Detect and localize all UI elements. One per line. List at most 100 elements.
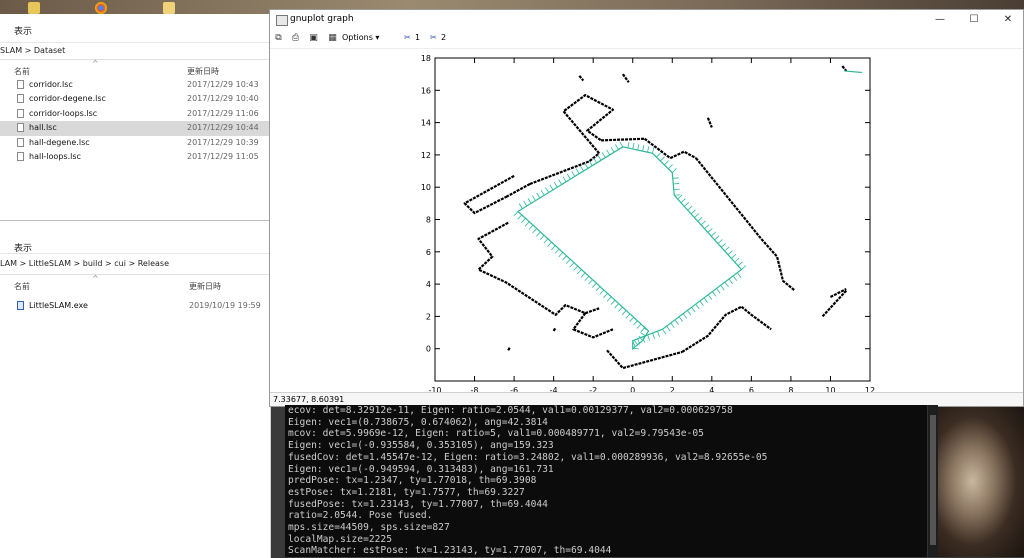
pose-arrow <box>731 254 737 259</box>
pose-arrow <box>553 181 558 188</box>
map-scan-points <box>507 346 512 351</box>
pose-arrow <box>593 157 597 164</box>
y-tick-label: 10 <box>421 183 431 192</box>
pose-arrow <box>678 316 683 322</box>
pose-arrow <box>580 272 586 278</box>
console-line: fusedPose: tx=1.23143, ty=1.77007, th=69… <box>288 498 548 510</box>
breadcrumb[interactable]: SLAM > Dataset <box>0 43 270 60</box>
ribbon: 表示 <box>0 14 270 43</box>
pose-arrow <box>672 177 679 179</box>
save-icon[interactable]: ▣ <box>307 32 320 45</box>
file-date: 2017/12/29 10:44 <box>187 123 259 133</box>
plot-2-toggle[interactable]: 2 <box>441 33 446 42</box>
y-tick-label: 0 <box>426 345 431 354</box>
column-name[interactable]: 名前 <box>14 66 30 77</box>
y-tick-label: 14 <box>421 119 431 128</box>
map-scan-points <box>695 157 796 292</box>
pose-arrow <box>597 154 602 161</box>
breadcrumb[interactable]: LAM > LittleSLAM > build > cui > Release <box>0 254 270 275</box>
pose-arrow <box>687 310 692 316</box>
file-list: corridor.lsc 2017/12/29 10:43 corridor-deg… <box>0 78 270 164</box>
column-date[interactable]: 更新日時 <box>187 66 219 77</box>
file-row[interactable]: LittleSLAM.exe 2019/10/19 19:59 <box>0 299 270 313</box>
plot-1-toggle[interactable]: 1 <box>415 33 420 42</box>
pose-arrow <box>558 252 564 258</box>
file-icon <box>17 151 24 161</box>
pose-arrow <box>674 319 679 325</box>
pose-arrow <box>728 278 733 285</box>
desktop-wallpaper <box>938 405 1024 557</box>
file-date: 2019/10/19 19:59 <box>189 301 261 310</box>
file-name: corridor.lsc <box>29 80 73 89</box>
pose-arrow <box>710 231 716 237</box>
console-line: ScanMatcher: estPose: tx=1.23143, ty=1.7… <box>288 545 612 557</box>
pose-arrow <box>721 242 727 248</box>
maximize-button[interactable]: ☐ <box>959 12 989 28</box>
pose-arrow <box>652 147 655 154</box>
file-row[interactable]: hall.lsc 2017/12/29 10:44 <box>0 121 270 136</box>
column-date[interactable]: 更新日時 <box>189 281 221 292</box>
minimize-button[interactable]: — <box>925 12 955 28</box>
file-name: hall.lsc <box>29 123 57 133</box>
console-line: ratio=2.0544. Pose fused. <box>288 510 433 522</box>
ribbon-view-tab[interactable]: 表示 <box>14 24 32 37</box>
pose-arrow <box>724 281 729 288</box>
file-row[interactable]: hall-loops.lsc 2017/12/29 11:05 <box>0 150 270 164</box>
pose-arrow <box>606 149 611 156</box>
pose-arrow <box>562 255 567 261</box>
pose-arrow <box>606 296 612 302</box>
pose-arrow <box>671 168 677 173</box>
map-scan-points <box>669 150 697 160</box>
trajectory-path <box>517 146 743 350</box>
console-window: ecov: det=8.32912e-11, Eigen: ratio=2.05… <box>285 405 938 557</box>
pose-arrow <box>674 194 681 196</box>
desktop-folder-icon[interactable] <box>28 2 40 14</box>
console-output: ecov: det=8.32912e-11, Eigen: ratio=2.05… <box>285 405 938 557</box>
pose-arrow <box>652 332 656 339</box>
pose-arrow <box>569 262 575 268</box>
title-bar[interactable]: gnuplot graph — ☐ ✕ <box>270 10 1023 30</box>
pose-arrow <box>562 176 567 183</box>
column-name[interactable]: 名前 <box>14 281 30 292</box>
scrollbar-thumb[interactable] <box>930 415 936 545</box>
copy-icon[interactable]: ⧉ <box>272 32 285 45</box>
scissors-2-icon[interactable]: ✂ <box>430 33 437 42</box>
file-row[interactable]: hall-degene.lsc 2017/12/29 10:39 <box>0 136 270 150</box>
console-line: estPose: tx=1.2181, ty=1.7577, th=69.322… <box>288 486 525 498</box>
console-line: Eigen: vec1=(-0.935584, 0.353105), ang=1… <box>288 440 554 452</box>
print-icon[interactable]: ⎙ <box>289 32 302 45</box>
pose-arrow <box>539 235 545 241</box>
pose-arrow <box>700 220 706 226</box>
file-date: 2017/12/29 10:40 <box>187 94 259 104</box>
pose-arrow <box>699 300 704 307</box>
pose-arrow <box>566 173 571 180</box>
window-title: gnuplot graph <box>290 14 354 24</box>
options-icon[interactable]: ▦ <box>326 32 339 45</box>
pose-arrow <box>637 144 640 151</box>
close-button[interactable]: ✕ <box>993 12 1023 28</box>
file-row[interactable]: corridor.lsc 2017/12/29 10:43 <box>0 78 270 92</box>
console-line: mps.size=44509, sps.size=827 <box>288 522 450 534</box>
desktop-file-icon[interactable] <box>163 2 175 14</box>
chrome-icon[interactable] <box>95 2 107 14</box>
pose-arrow <box>595 286 601 292</box>
console-scrollbar[interactable] <box>927 405 938 557</box>
pose-arrow <box>736 272 742 278</box>
ribbon-view-tab[interactable]: 表示 <box>14 241 32 254</box>
map-scan-points <box>829 287 847 298</box>
file-row[interactable]: corridor-degene.lsc 2017/12/29 10:40 <box>0 92 270 106</box>
pose-arrow <box>610 146 615 153</box>
map-scan-points <box>584 307 600 315</box>
pose-arrow <box>673 188 680 191</box>
ribbon: 表示 <box>0 221 270 254</box>
file-row[interactable]: corridor-loops.lsc 2017/12/29 11:06 <box>0 107 270 121</box>
pose-arrow <box>640 332 646 337</box>
pose-arrow <box>633 320 638 326</box>
pose-arrow <box>636 323 642 329</box>
scissors-1-icon[interactable]: ✂ <box>404 33 411 42</box>
map-scan-points <box>578 75 585 82</box>
pose-arrow <box>621 310 627 316</box>
gnuplot-app-icon <box>276 15 288 26</box>
plot-canvas[interactable]: -10 -8 -6 -4 -2 0 2 4 6 8 10 12024681012141618 <box>270 48 1023 393</box>
options-button[interactable]: Options ▾ <box>342 33 379 42</box>
